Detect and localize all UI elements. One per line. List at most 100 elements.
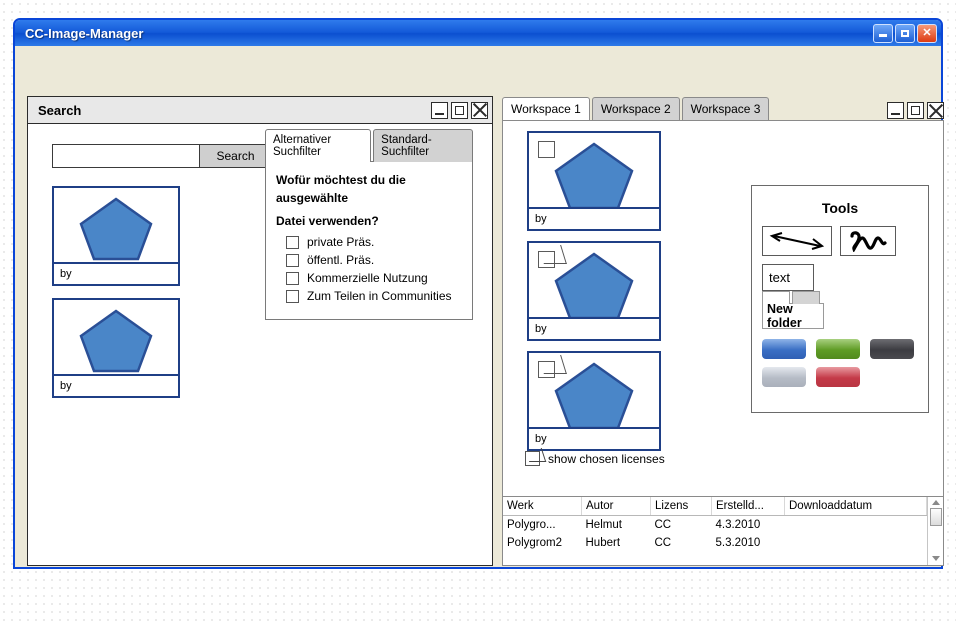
filter-option-label: Zum Teilen in Communities — [307, 289, 452, 303]
thumbnail-caption: by — [54, 262, 178, 284]
window-controls: ✕ — [873, 23, 937, 43]
filter-option-zum-teilen-in-communities[interactable]: Zum Teilen in Communities — [286, 289, 462, 303]
search-button[interactable]: Search — [199, 145, 271, 167]
search-panel-window-controls — [431, 101, 488, 119]
workspace-close-icon[interactable] — [927, 102, 944, 119]
cell-lizens: CC — [654, 537, 672, 549]
checkbox-icon[interactable] — [286, 289, 299, 303]
table-scrollbar[interactable] — [927, 497, 943, 565]
new-folder-widget[interactable]: New folder — [762, 291, 824, 330]
cell-autor: Helmut — [585, 519, 622, 531]
workspace-image-list: by by by — [527, 131, 661, 461]
swatch-red[interactable] — [816, 367, 860, 387]
tools-title: Tools — [821, 200, 859, 216]
column-header-lizens[interactable]: Lizens — [650, 497, 712, 516]
filter-option-label: Kommerzielle Nutzung — [307, 271, 428, 285]
scroll-down-icon[interactable] — [931, 556, 940, 561]
workspace-minimize-icon[interactable] — [887, 102, 904, 119]
search-maximize-icon[interactable] — [451, 101, 468, 119]
application-titlebar: CC-Image-Manager ✕ — [15, 20, 941, 46]
list-item[interactable]: by — [52, 298, 180, 398]
filter-option-private-praes[interactable]: private Präs. — [286, 235, 462, 249]
tools-row-1 — [762, 226, 918, 256]
filter-question-line2: Datei verwenden? — [276, 214, 379, 228]
checkbox-icon[interactable] — [286, 235, 299, 249]
workspace-panel: Workspace 1 Workspace 2 Workspace 3 by b… — [502, 96, 944, 566]
double-arrow-tool[interactable] — [762, 226, 832, 256]
thumbnail-caption: by — [529, 427, 659, 449]
metadata-table-body: Werk Autor Lizens Erstelld... Downloadda… — [503, 497, 927, 565]
search-panel-title: Search — [38, 102, 82, 118]
list-item[interactable]: by — [527, 131, 661, 231]
column-header-erstelldatum[interactable]: Erstelld... — [711, 497, 785, 516]
show-chosen-licenses-label: show chosen licenses — [548, 451, 665, 466]
filter-content: Wofür möchtest du die ausgewählte Datei … — [265, 161, 473, 320]
thumbnail-image — [54, 188, 178, 262]
thumbnail-caption: by — [54, 374, 178, 396]
application-window: CC-Image-Manager ✕ Search Search by by A… — [13, 18, 944, 569]
column-header-downloaddatum[interactable]: Downloaddatum — [784, 497, 927, 516]
tools-panel: Tools text New folder — [751, 185, 929, 413]
list-item[interactable]: by — [527, 241, 661, 341]
tab-standard-suchfilter[interactable]: Standard- Suchfilter — [373, 129, 473, 162]
column-header-werk[interactable]: Werk — [503, 497, 582, 516]
filter-option-label: private Präs. — [307, 235, 375, 249]
search-panel: Search Search by by Alternativer Suchfil… — [27, 96, 493, 566]
search-panel-body: Search by by Alternativer Suchfilter Sta… — [28, 124, 492, 565]
search-minimize-icon[interactable] — [431, 101, 448, 119]
cell-erstelldatum: 4.3.2010 — [715, 519, 761, 531]
tab-workspace-3[interactable]: Workspace 3 — [681, 97, 770, 120]
table-row[interactable]: Polygrom2 Hubert CC 5.3.2010 — [503, 534, 927, 552]
cell-downloaddatum — [785, 534, 927, 552]
text-tool[interactable]: text — [762, 264, 814, 291]
list-item[interactable]: by — [527, 351, 661, 451]
maximize-icon[interactable] — [895, 23, 915, 43]
cell-erstelldatum: 5.3.2010 — [715, 537, 761, 549]
swatch-dark[interactable] — [870, 339, 914, 359]
checkbox-icon[interactable] — [286, 271, 299, 285]
tab-workspace-2[interactable]: Workspace 2 — [591, 97, 680, 120]
scroll-up-icon[interactable] — [931, 500, 940, 505]
cell-lizens: CC — [654, 519, 672, 531]
filter-option-label: öffentl. Präs. — [307, 253, 375, 267]
metadata-table: Werk Autor Lizens Erstelld... Downloadda… — [503, 496, 943, 565]
filter-option-kommerzielle-nutzung[interactable]: Kommerzielle Nutzung — [286, 271, 462, 285]
swatch-green[interactable] — [816, 339, 860, 359]
close-icon[interactable]: ✕ — [917, 23, 937, 43]
cell-werk: Polygrom2 — [507, 537, 562, 549]
search-close-icon[interactable] — [471, 101, 488, 119]
search-results-list: by by — [52, 186, 180, 410]
freehand-tool[interactable] — [840, 226, 896, 256]
swatch-blue[interactable] — [762, 339, 806, 359]
select-checkbox-icon[interactable] — [538, 251, 555, 268]
select-checkbox-icon[interactable] — [538, 141, 555, 158]
minimize-icon[interactable] — [873, 23, 893, 43]
thumbnail-caption: by — [529, 317, 659, 339]
cell-autor: Hubert — [585, 537, 621, 549]
workspace-tabstrip: Workspace 1 Workspace 2 Workspace 3 — [502, 96, 944, 120]
select-checkbox-icon[interactable] — [538, 361, 555, 378]
new-folder-label[interactable]: New folder — [762, 302, 824, 330]
table-header-row: Werk Autor Lizens Erstelld... Downloadda… — [503, 497, 927, 516]
thumbnail-image — [54, 300, 178, 374]
table-row[interactable]: Polygro... Helmut CC 4.3.2010 — [503, 516, 927, 535]
pentagon-icon — [79, 197, 153, 261]
scrollbar-thumb[interactable] — [929, 508, 942, 526]
tab-workspace-1[interactable]: Workspace 1 — [502, 97, 590, 120]
swatch-silver[interactable] — [762, 367, 806, 387]
search-input[interactable] — [53, 145, 199, 167]
column-header-autor[interactable]: Autor — [581, 497, 651, 516]
filter-question-line1: Wofür möchtest du die ausgewählte — [276, 173, 406, 205]
filter-option-oeffentl-praes[interactable]: öffentl. Präs. — [286, 253, 462, 267]
filter-tabstrip: Alternativer Suchfilter Standard- Suchfi… — [265, 129, 473, 162]
tab-alternativer-suchfilter[interactable]: Alternativer Suchfilter — [265, 129, 372, 162]
checkbox-icon[interactable] — [525, 451, 540, 466]
workspace-window-controls — [887, 102, 944, 119]
search-panel-titlebar: Search — [28, 97, 492, 124]
checkbox-icon[interactable] — [286, 253, 299, 267]
pentagon-icon — [554, 142, 634, 207]
list-item[interactable]: by — [52, 186, 180, 286]
show-chosen-licenses-row[interactable]: show chosen licenses — [525, 451, 665, 466]
pentagon-icon — [79, 309, 153, 373]
workspace-maximize-icon[interactable] — [907, 102, 924, 119]
